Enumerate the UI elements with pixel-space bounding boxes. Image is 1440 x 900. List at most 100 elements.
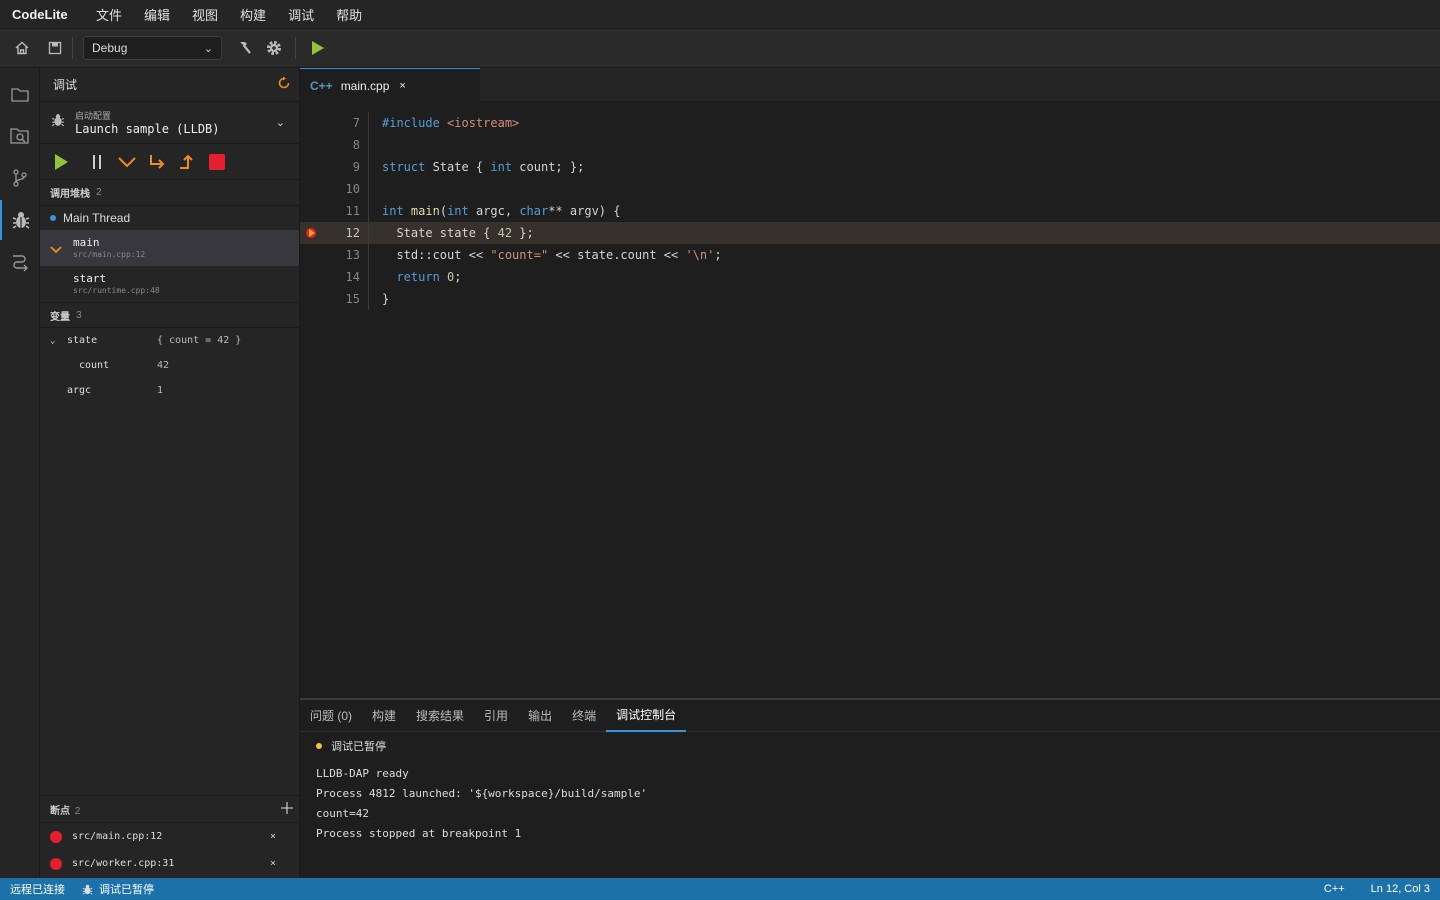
git-branch-icon[interactable] bbox=[0, 158, 40, 198]
tab-terminal[interactable]: 终端 bbox=[572, 700, 596, 732]
thread-item[interactable]: Main Thread bbox=[40, 206, 299, 230]
line-number: 7 bbox=[352, 116, 360, 130]
step-over-button[interactable] bbox=[112, 150, 142, 174]
breakpoints-header[interactable]: 断点 2 bbox=[40, 795, 300, 823]
breakpoint-item[interactable]: src/worker.cpp:31 × bbox=[40, 850, 300, 877]
line-number: 14 bbox=[345, 270, 360, 284]
stack-frame[interactable]: start src/runtime.cpp:48 bbox=[40, 266, 299, 302]
tab-build[interactable]: 构建 bbox=[372, 700, 396, 732]
code-area[interactable]: 7 #include <iostream> 8 9 struct State {… bbox=[300, 102, 1440, 698]
current-code-line[interactable]: 12 State state { 42 }; bbox=[300, 222, 1440, 244]
breakpoint-location: src/main.cpp:12 bbox=[72, 831, 163, 842]
tab-problems[interactable]: 问题 (0) bbox=[310, 700, 352, 732]
build-config-value: Debug bbox=[92, 41, 128, 55]
menu-edit[interactable]: 编辑 bbox=[144, 5, 170, 24]
save-icon[interactable] bbox=[44, 37, 66, 59]
code-line[interactable]: 15 } bbox=[300, 288, 1440, 310]
code-line[interactable]: 10 bbox=[300, 178, 1440, 200]
variable-row[interactable]: count 42 bbox=[40, 353, 299, 378]
code-line[interactable]: 11 int main(int argc, char** argv) { bbox=[300, 200, 1440, 222]
frame-function: main bbox=[73, 236, 100, 249]
variable-row[interactable]: argc 1 bbox=[40, 378, 299, 403]
chevron-down-icon[interactable]: ⌄ bbox=[50, 336, 55, 346]
code-text: struct State { int count; }; bbox=[382, 160, 585, 174]
console-line: LLDB-DAP ready bbox=[316, 767, 409, 780]
step-out-button[interactable] bbox=[172, 150, 202, 174]
bottom-panel: 问题 (0) 构建 搜索结果 引用 输出 终端 调试控制台 调试已暂停 LLDB… bbox=[300, 698, 1440, 878]
breakpoint-item[interactable]: src/main.cpp:12 × bbox=[40, 823, 300, 850]
code-text: int main(int argc, char** argv) { bbox=[382, 204, 621, 218]
code-text: return 0; bbox=[396, 270, 462, 284]
console-line: Process 4812 launched: '${workspace}/bui… bbox=[316, 787, 648, 800]
menu-build[interactable]: 构建 bbox=[240, 5, 266, 24]
debug-paused-status[interactable]: 调试已暂停 bbox=[99, 881, 154, 897]
bug-icon[interactable] bbox=[0, 200, 40, 240]
close-icon[interactable]: × bbox=[270, 858, 276, 869]
menu-file[interactable]: 文件 bbox=[96, 5, 122, 24]
code-line[interactable]: 13 std::cout << "count=" << state.count … bbox=[300, 244, 1440, 266]
stack-frame[interactable]: main src/main.cpp:12 bbox=[40, 230, 299, 266]
code-line[interactable]: 8 bbox=[300, 134, 1440, 156]
folder-icon[interactable] bbox=[0, 75, 40, 115]
debug-panel-title: 调试 bbox=[53, 78, 78, 92]
tab-output[interactable]: 输出 bbox=[528, 700, 552, 732]
statusbar: 远程已连接 调试已暂停 C++ Ln 12, Col 3 bbox=[0, 878, 1440, 900]
breakpoints-section: 断点 2 src/main.cpp:12 × src/worker.cpp:31… bbox=[40, 795, 300, 877]
tab-label: main.cpp bbox=[340, 78, 390, 93]
line-number: 13 bbox=[345, 248, 360, 262]
breakpoint-icon bbox=[50, 830, 62, 843]
debug-panel-header: 调试 bbox=[40, 68, 299, 102]
close-icon[interactable]: × bbox=[270, 831, 276, 842]
variable-row[interactable]: ⌄ state { count = 42 } bbox=[40, 328, 299, 353]
tab-search-results[interactable]: 搜索结果 bbox=[416, 700, 464, 732]
launch-config-label: 启动配置 bbox=[75, 111, 112, 121]
thread-status-icon bbox=[50, 215, 56, 221]
tab-debug-console[interactable]: 调试控制台 bbox=[606, 700, 687, 732]
stop-button[interactable] bbox=[202, 150, 232, 174]
debug-console-output[interactable]: LLDB-DAP ready Process 4812 launched: '$… bbox=[300, 760, 1440, 844]
bug-icon bbox=[50, 112, 66, 133]
chevron-down-icon: ⌄ bbox=[275, 117, 285, 129]
remote-status[interactable]: 远程已连接 bbox=[10, 881, 65, 897]
code-line[interactable]: 9 struct State { int count; }; bbox=[300, 156, 1440, 178]
play-icon[interactable] bbox=[306, 37, 328, 59]
menu-help[interactable]: 帮助 bbox=[336, 5, 362, 24]
refresh-icon[interactable] bbox=[277, 76, 291, 93]
tab-main-cpp[interactable]: C++ main.cpp × bbox=[300, 68, 480, 102]
variable-value: 1 bbox=[157, 385, 164, 396]
bottom-tabbar: 问题 (0) 构建 搜索结果 引用 输出 终端 调试控制台 bbox=[300, 700, 1440, 732]
close-icon[interactable]: × bbox=[399, 80, 405, 92]
paused-status-icon bbox=[316, 743, 322, 749]
continue-button[interactable] bbox=[52, 150, 70, 174]
breakpoints-title: 断点 bbox=[50, 805, 70, 817]
step-into-button[interactable] bbox=[142, 150, 172, 174]
gear-icon[interactable] bbox=[263, 37, 285, 59]
line-number: 15 bbox=[345, 292, 360, 306]
pause-button[interactable] bbox=[82, 150, 112, 174]
console-line: Process stopped at breakpoint 1 bbox=[316, 827, 522, 840]
breakpoint-location: src/worker.cpp:31 bbox=[72, 858, 175, 869]
toolbar-separator bbox=[72, 37, 73, 59]
cursor-position[interactable]: Ln 12, Col 3 bbox=[1371, 883, 1430, 895]
menu-debug[interactable]: 调试 bbox=[288, 5, 314, 24]
menu-view[interactable]: 视图 bbox=[192, 5, 218, 24]
breakpoint-icon bbox=[50, 857, 62, 870]
home-icon[interactable] bbox=[11, 37, 33, 59]
add-icon[interactable] bbox=[280, 801, 294, 818]
variable-value: 42 bbox=[157, 360, 170, 371]
callstack-header[interactable]: 调用堆栈 2 bbox=[40, 180, 299, 206]
remote-icon[interactable] bbox=[0, 242, 40, 282]
thread-name: Main Thread bbox=[63, 211, 131, 225]
launch-config-select[interactable]: 启动配置 Launch sample (LLDB) ⌄ bbox=[40, 102, 299, 144]
code-line[interactable]: 7 #include <iostream> bbox=[300, 112, 1440, 134]
hammer-icon[interactable] bbox=[233, 37, 255, 59]
tab-references[interactable]: 引用 bbox=[484, 700, 508, 732]
variables-header[interactable]: 变量 3 bbox=[40, 302, 299, 328]
line-number: 8 bbox=[352, 138, 360, 152]
build-config-select[interactable]: Debug ⌄ bbox=[83, 36, 222, 60]
language-mode[interactable]: C++ bbox=[1324, 883, 1345, 895]
code-line[interactable]: 14 return 0; bbox=[300, 266, 1440, 288]
toolbar-separator bbox=[295, 37, 296, 59]
search-icon[interactable] bbox=[0, 116, 40, 156]
bug-icon bbox=[81, 883, 94, 896]
